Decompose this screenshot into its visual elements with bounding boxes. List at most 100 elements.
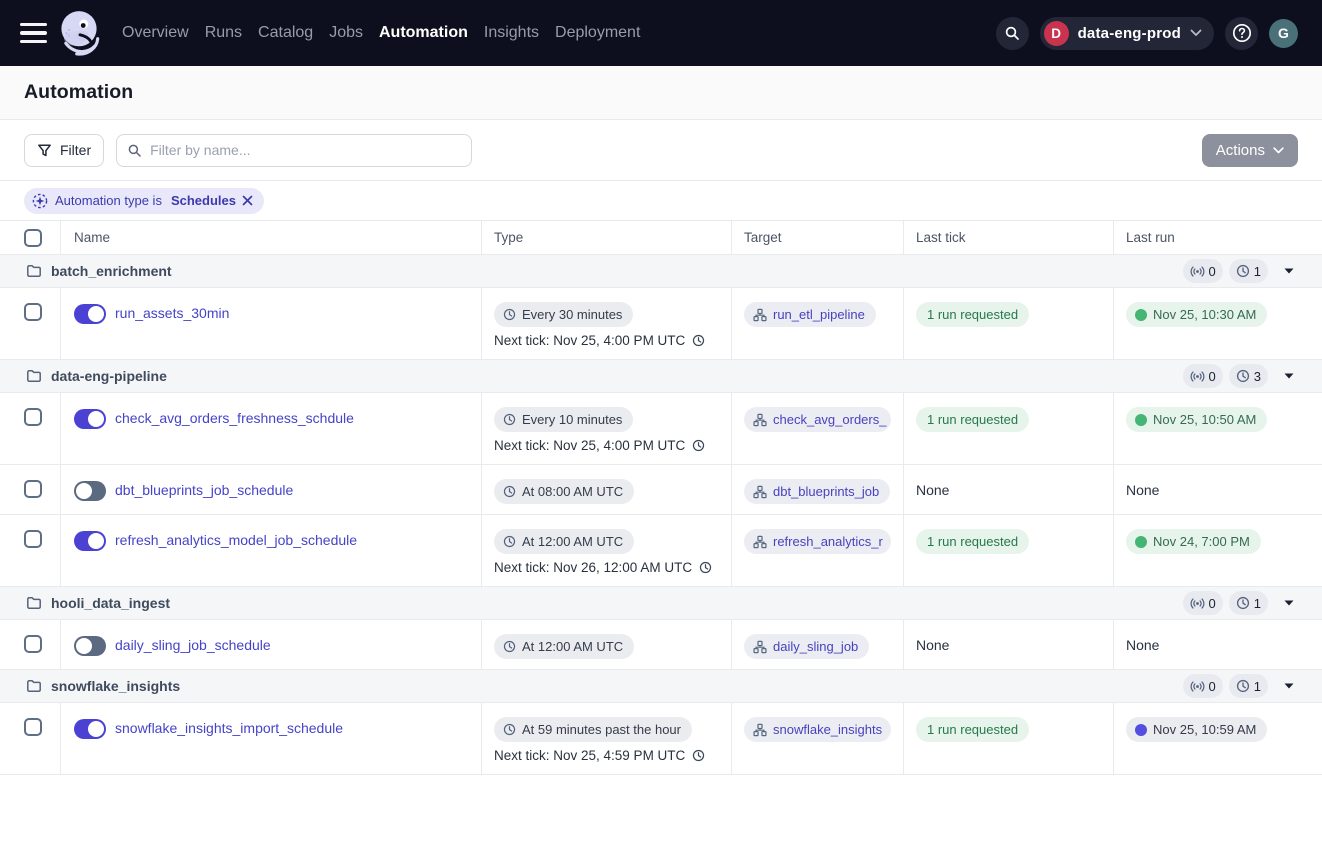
- column-header-type: Type: [482, 221, 732, 254]
- collapse-group-button[interactable]: [1284, 600, 1294, 606]
- job-icon: [753, 723, 767, 737]
- column-header-last-run: Last run: [1114, 221, 1322, 254]
- target-badge[interactable]: refresh_analytics_r: [744, 529, 891, 554]
- cell-checkbox: [0, 515, 61, 586]
- dagster-logo[interactable]: [56, 8, 106, 58]
- filter-button[interactable]: Filter: [24, 134, 104, 167]
- next-tick: Next tick: Nov 25, 4:00 PM UTC: [494, 333, 719, 348]
- filter-chip-text: Automation type is: [55, 193, 162, 208]
- filter-chip-automation-type[interactable]: Automation type is Schedules: [24, 188, 264, 214]
- table-row-refresh_analytics_model_job_schedule: refresh_analytics_model_job_schedule At …: [0, 515, 1322, 587]
- nav-item-jobs[interactable]: Jobs: [321, 0, 371, 66]
- automations-table: Name Type Target Last tick Last run batc…: [0, 221, 1322, 775]
- cell-type: At 12:00 AM UTC Next tick: Nov 26, 12:00…: [482, 515, 732, 586]
- target-badge[interactable]: check_avg_orders_: [744, 407, 891, 432]
- target-badge[interactable]: run_etl_pipeline: [744, 302, 876, 327]
- environment-switcher[interactable]: D data-eng-prod: [1040, 17, 1214, 50]
- cell-last-run: Nov 25, 10:50 AM: [1114, 393, 1322, 464]
- nav-item-insights[interactable]: Insights: [476, 0, 547, 66]
- sensor-icon: [1190, 596, 1205, 611]
- last-run-badge[interactable]: Nov 25, 10:50 AM: [1126, 407, 1267, 432]
- nav-item-deployment[interactable]: Deployment: [547, 0, 648, 66]
- cell-target: snowflake_insights: [732, 703, 904, 774]
- schedule-count-badge: 1: [1229, 674, 1268, 698]
- cell-last-run: Nov 25, 10:59 AM: [1114, 703, 1322, 774]
- schedule-toggle[interactable]: [74, 636, 106, 656]
- schedule-type-badge: Every 30 minutes: [494, 302, 633, 327]
- nav-item-automation[interactable]: Automation: [371, 0, 476, 66]
- cell-type: Every 10 minutes Next tick: Nov 25, 4:00…: [482, 393, 732, 464]
- row-checkbox[interactable]: [24, 303, 42, 321]
- clock-icon: [503, 413, 516, 426]
- group-row-snowflake_insights[interactable]: snowflake_insights 0 1: [0, 670, 1322, 703]
- automation-type-icon: [32, 193, 48, 209]
- clock-icon: [1236, 369, 1250, 383]
- group-row-data-eng-pipeline[interactable]: data-eng-pipeline 0 3: [0, 360, 1322, 393]
- last-run-badge[interactable]: Nov 24, 7:00 PM: [1126, 529, 1261, 554]
- search-button[interactable]: [996, 17, 1029, 50]
- collapse-group-button[interactable]: [1284, 373, 1294, 379]
- schedule-type-badge: At 08:00 AM UTC: [494, 479, 634, 504]
- column-header-last-tick: Last tick: [904, 221, 1114, 254]
- row-checkbox[interactable]: [24, 408, 42, 426]
- cell-checkbox: [0, 393, 61, 464]
- schedule-toggle[interactable]: [74, 531, 106, 551]
- top-navigation-bar: OverviewRunsCatalogJobsAutomationInsight…: [0, 0, 1322, 66]
- row-checkbox[interactable]: [24, 635, 42, 653]
- schedule-toggle[interactable]: [74, 409, 106, 429]
- sensor-count-badge: 0: [1183, 259, 1223, 283]
- target-badge[interactable]: dbt_blueprints_job: [744, 479, 890, 504]
- group-row-batch_enrichment[interactable]: batch_enrichment 0 1: [0, 255, 1322, 288]
- group-name: hooli_data_ingest: [51, 595, 170, 611]
- schedule-name-link[interactable]: dbt_blueprints_job_schedule: [115, 482, 293, 498]
- row-checkbox[interactable]: [24, 480, 42, 498]
- schedule-name-link[interactable]: check_avg_orders_freshness_schdule: [115, 410, 354, 426]
- cell-type: At 59 minutes past the hour Next tick: N…: [482, 703, 732, 774]
- nav-item-runs[interactable]: Runs: [197, 0, 250, 66]
- run-status-dot: [1135, 536, 1147, 548]
- search-icon: [127, 143, 142, 158]
- schedule-name-link[interactable]: daily_sling_job_schedule: [115, 637, 271, 653]
- collapse-group-button[interactable]: [1284, 683, 1294, 689]
- last-tick-badge: 1 run requested: [916, 407, 1029, 432]
- schedule-toggle[interactable]: [74, 481, 106, 501]
- clock-icon: [1236, 264, 1250, 278]
- remove-filter-icon[interactable]: [241, 194, 254, 207]
- user-avatar[interactable]: G: [1269, 19, 1298, 48]
- cell-last-tick: None: [904, 465, 1114, 514]
- cell-name: snowflake_insights_import_schedule: [61, 703, 482, 774]
- last-run-badge[interactable]: Nov 25, 10:30 AM: [1126, 302, 1267, 327]
- collapse-group-button[interactable]: [1284, 268, 1294, 274]
- folder-icon: [26, 263, 42, 279]
- caret-down-icon: [1284, 683, 1294, 689]
- schedule-toggle[interactable]: [74, 304, 106, 324]
- hamburger-menu-icon[interactable]: [20, 23, 47, 43]
- nav-item-overview[interactable]: Overview: [114, 0, 197, 66]
- sensor-count-badge: 0: [1183, 364, 1223, 388]
- schedule-name-link[interactable]: snowflake_insights_import_schedule: [115, 720, 343, 736]
- group-name: snowflake_insights: [51, 678, 180, 694]
- help-button[interactable]: [1225, 17, 1258, 50]
- cell-name: run_assets_30min: [61, 288, 482, 359]
- last-run-badge[interactable]: Nov 25, 10:59 AM: [1126, 717, 1267, 742]
- schedule-toggle[interactable]: [74, 719, 106, 739]
- name-filter-input[interactable]: [150, 142, 461, 158]
- schedule-name-link[interactable]: run_assets_30min: [115, 305, 229, 321]
- group-row-hooli_data_ingest[interactable]: hooli_data_ingest 0 1: [0, 587, 1322, 620]
- schedule-name-link[interactable]: refresh_analytics_model_job_schedule: [115, 532, 357, 548]
- select-all-checkbox[interactable]: [24, 229, 42, 247]
- cell-checkbox: [0, 620, 61, 669]
- target-badge[interactable]: daily_sling_job: [744, 634, 869, 659]
- cell-last-tick: 1 run requested: [904, 393, 1114, 464]
- row-checkbox[interactable]: [24, 530, 42, 548]
- cell-target: dbt_blueprints_job: [732, 465, 904, 514]
- caret-down-icon: [1284, 373, 1294, 379]
- help-icon: [1231, 22, 1253, 44]
- nav-item-catalog[interactable]: Catalog: [250, 0, 321, 66]
- row-checkbox[interactable]: [24, 718, 42, 736]
- actions-button[interactable]: Actions: [1202, 134, 1298, 167]
- environment-name: data-eng-prod: [1078, 25, 1181, 42]
- name-filter-field: [116, 134, 472, 167]
- target-badge[interactable]: snowflake_insights: [744, 717, 891, 742]
- group-name: batch_enrichment: [51, 263, 172, 279]
